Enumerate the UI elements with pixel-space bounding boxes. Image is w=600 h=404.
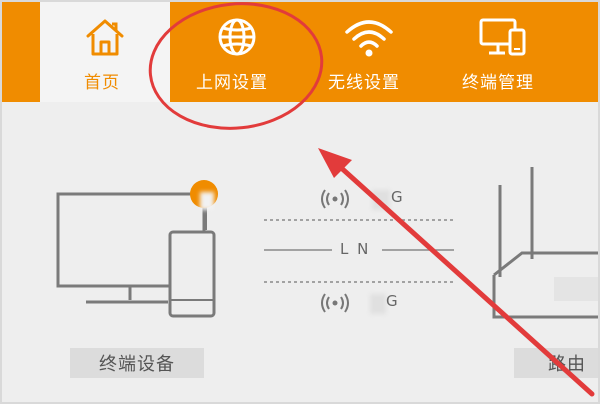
band-top-label: G [391,188,403,206]
band-bottom-label: G [386,292,398,310]
tab-terminal-management[interactable]: 终端管理 [452,2,562,102]
router-label: 路由 [514,348,598,378]
top-navigation: 首页 上网设置 无线设置 终端管理 [2,2,598,102]
home-icon [86,19,124,56]
tab-terminal-label: 终端管理 [462,73,534,93]
globe-icon [218,18,256,56]
router-illustration [492,167,598,319]
band-top-mask [372,190,390,210]
wireless-signal-icon [321,189,349,209]
tab-home[interactable]: 首页 [40,2,170,102]
wifi-icon [345,20,393,57]
tab-wireless-label: 无线设置 [328,73,400,93]
terminal-devices-label: 终端设备 [70,348,204,378]
tab-home-label: 首页 [84,73,120,93]
tab-wireless-settings[interactable]: 无线设置 [320,2,420,102]
router-admin-window: 首页 上网设置 无线设置 终端管理 G L N G 终端设备 路由 [0,0,600,404]
status-dot-mask [200,192,214,210]
terminal-devices-illustration [56,192,216,318]
tab-wan-label: 上网设置 [196,73,268,93]
lan-label: L N [340,240,371,258]
wireless-signal-icon-bottom [321,293,349,313]
devices-icon [479,18,526,56]
tab-wan-settings[interactable]: 上网设置 [190,2,290,102]
connection-lines [264,219,454,283]
band-bottom-mask [370,294,386,314]
